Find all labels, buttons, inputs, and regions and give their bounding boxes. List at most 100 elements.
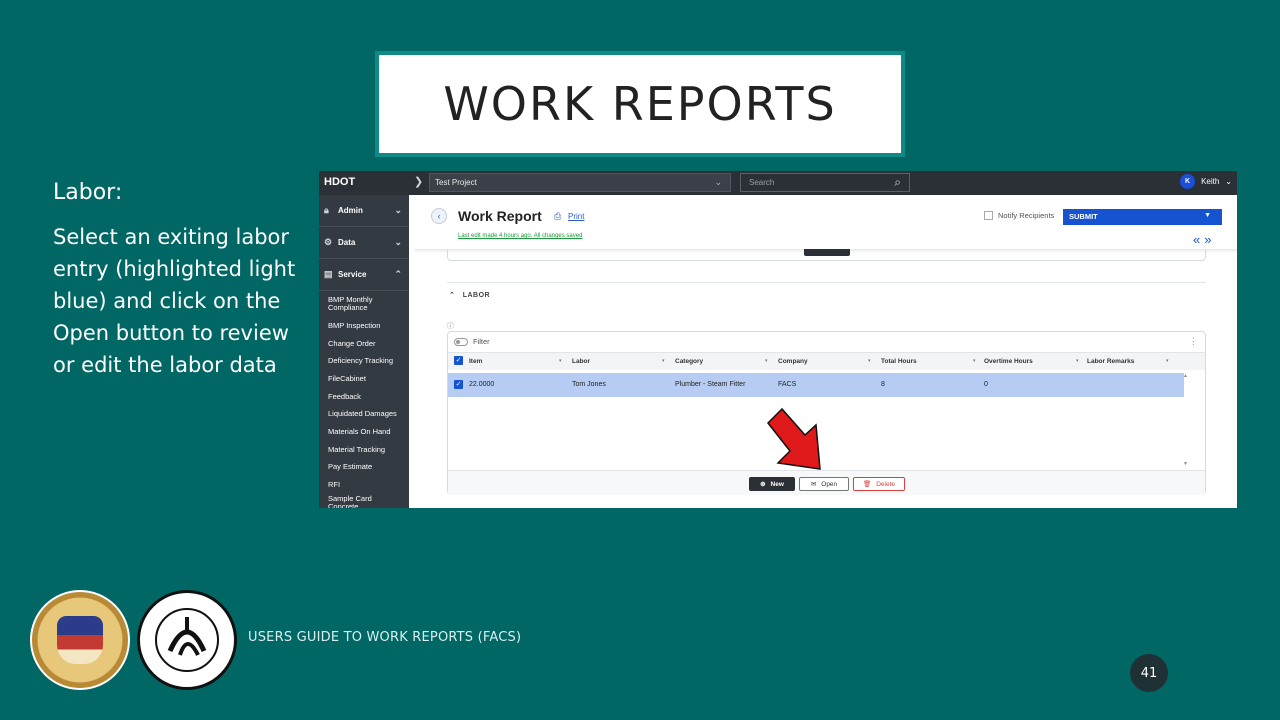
state-of-hawaii-seal <box>30 590 130 690</box>
column-header-overtime-hours[interactable]: Overtime Hours <box>984 358 1033 365</box>
trash-icon: 🗑︎ <box>862 481 872 488</box>
user-menu[interactable]: K Keith ⌄ <box>1180 174 1232 189</box>
notify-checkbox[interactable] <box>984 211 993 220</box>
previous-section-button[interactable] <box>804 249 850 256</box>
cell-total-hours: 8 <box>881 381 885 388</box>
search-icon[interactable]: ⌕ <box>894 175 901 190</box>
delete-button-label: Delete <box>876 480 896 488</box>
top-bar: HDOT ❯ Test Project ⌄ Search ⌕ K Keith ⌄ <box>319 171 1237 195</box>
arrow-shape <box>766 407 821 470</box>
collapse-expand-icon[interactable]: «» <box>1193 232 1215 247</box>
chevron-up-icon: ⌃ <box>394 269 402 279</box>
slide-title-box: WORK REPORTS <box>375 51 905 157</box>
sidebar-item-deficiency[interactable]: Deficiency Tracking <box>319 352 409 370</box>
cell-company: FACS <box>778 381 797 388</box>
gear-icon: ⚙ <box>324 237 333 247</box>
labor-section-title: LABOR <box>462 292 491 299</box>
column-header-item[interactable]: Item <box>469 358 482 365</box>
chevron-down-icon: ⌄ <box>394 205 402 215</box>
project-select[interactable]: Test Project ⌄ <box>429 173 731 192</box>
column-header-labor-remarks[interactable]: Labor Remarks <box>1087 358 1134 365</box>
chevron-right-icon[interactable]: ❯ <box>414 175 423 188</box>
cell-category: Plumber - Steam Fitter <box>675 381 746 388</box>
sidebar-item-filecabinet[interactable]: FileCabinet <box>319 370 409 388</box>
row-checkbox[interactable]: ✓ <box>454 380 463 389</box>
sidebar-item-feedback[interactable]: Feedback <box>319 388 409 406</box>
printer-icon[interactable]: ⎙ <box>554 211 561 222</box>
sidebar-item-liquidated[interactable]: Liquidated Damages <box>319 405 409 423</box>
scroll-up-icon[interactable]: ▲ <box>1183 373 1188 379</box>
vertical-scrollbar[interactable]: ▲ ▼ <box>1183 373 1189 467</box>
sidebar-item-change-order[interactable]: Change Order <box>319 335 409 353</box>
info-icon[interactable]: ⓘ <box>447 321 454 331</box>
back-button[interactable]: ‹ <box>431 208 447 224</box>
sort-caret-icon[interactable]: ▾ <box>662 358 665 364</box>
sidebar-section-label: Service <box>338 270 367 279</box>
scroll-down-icon[interactable]: ▼ <box>1183 461 1188 467</box>
sidebar-section-service[interactable]: ▤ Service ⌃ <box>319 259 409 291</box>
slide-title: WORK REPORTS <box>443 77 837 131</box>
chevron-up-icon: ⌃ <box>449 292 456 299</box>
search-placeholder: Search <box>749 178 775 187</box>
user-name: Keith <box>1201 177 1220 186</box>
column-header-company[interactable]: Company <box>778 358 808 365</box>
chevron-down-icon: ⌄ <box>714 177 722 187</box>
sort-caret-icon[interactable]: ▾ <box>973 358 976 364</box>
sidebar-item-material-tracking[interactable]: Material Tracking <box>319 441 409 459</box>
labor-section-header[interactable]: ⌃ LABOR <box>449 291 490 299</box>
hdot-logo <box>137 590 237 690</box>
sidebar-item-bmp-inspection[interactable]: BMP Inspection <box>319 317 409 335</box>
print-link[interactable]: Print <box>568 212 584 221</box>
column-header-total-hours[interactable]: Total Hours <box>881 358 917 365</box>
grid-header-row: ✓ Item ▾ Labor ▾ Category ▾ Company ▾ To… <box>448 352 1205 370</box>
sidebar-section-label: Admin <box>338 206 363 215</box>
sort-caret-icon[interactable]: ▾ <box>868 358 871 364</box>
sidebar-item-bmp-monthly[interactable]: BMP Monthly Compliance <box>319 291 409 317</box>
sort-caret-icon[interactable]: ▾ <box>1076 358 1079 364</box>
more-options-icon[interactable]: ⋮ <box>1189 336 1198 347</box>
notify-recipients[interactable]: Notify Recipients <box>984 211 1054 220</box>
red-pointer-arrow <box>766 407 821 470</box>
sidebar-item-pay-estimate[interactable]: Pay Estimate <box>319 459 409 477</box>
cell-overtime-hours: 0 <box>984 381 988 388</box>
notify-label: Notify Recipients <box>998 211 1055 220</box>
last-edit-status[interactable]: Last edit made 4 hours ago. All changes … <box>458 233 582 239</box>
select-all-checkbox[interactable]: ✓ <box>454 356 463 365</box>
sidebar-item-materials-on-hand[interactable]: Materials On Hand <box>319 423 409 441</box>
cell-item: 22.0000 <box>469 381 495 388</box>
instruction-text: Labor: Select an exiting labor entry (hi… <box>53 180 313 381</box>
column-header-category[interactable]: Category <box>675 358 703 365</box>
instruction-body: Select an exiting labor entry (highlight… <box>53 225 296 377</box>
seal-shield <box>57 616 103 664</box>
page-number: 41 <box>1130 654 1168 692</box>
document-icon: ▤ <box>324 269 333 279</box>
section-divider <box>447 282 1206 283</box>
search-input[interactable]: Search ⌕ <box>740 173 910 192</box>
lock-icon: 🔒︎ <box>324 205 329 215</box>
sidebar-item-sample-card[interactable]: Sample Card Concrete <box>319 494 409 508</box>
avatar: K <box>1180 174 1196 189</box>
delete-button[interactable]: 🗑︎ Delete <box>853 477 905 491</box>
caret-down-icon: ▼ <box>1204 212 1211 219</box>
sort-caret-icon[interactable]: ▾ <box>765 358 768 364</box>
chevron-down-icon: ⌄ <box>1225 177 1232 186</box>
brand-name: HDOT <box>324 176 356 188</box>
toggle-switch[interactable] <box>454 337 468 346</box>
instruction-heading: Labor: <box>53 180 123 205</box>
sidebar-section-admin[interactable]: 🔒︎ Admin ⌄ <box>319 195 409 227</box>
filter-label: Filter <box>473 337 490 346</box>
project-name: Test Project <box>435 178 477 187</box>
cell-labor: Tom Jones <box>572 381 606 388</box>
sort-caret-icon[interactable]: ▾ <box>559 358 562 364</box>
sidebar-section-data[interactable]: ⚙ Data ⌄ <box>319 227 409 259</box>
sort-caret-icon[interactable]: ▾ <box>1166 358 1169 364</box>
column-header-labor[interactable]: Labor <box>572 358 590 365</box>
sidebar-item-rfi[interactable]: RFI <box>319 476 409 494</box>
submit-button[interactable]: SUBMIT ▼ <box>1063 209 1222 225</box>
submit-label: SUBMIT <box>1069 212 1098 221</box>
chevron-down-icon: ⌄ <box>394 237 402 247</box>
filter-toggle[interactable]: Filter <box>454 337 490 346</box>
page-title: Work Report <box>458 208 542 224</box>
sidebar-section-label: Data <box>338 238 356 247</box>
table-row[interactable]: ✓ 22.0000 Tom Jones Plumber - Steam Fitt… <box>448 373 1184 397</box>
